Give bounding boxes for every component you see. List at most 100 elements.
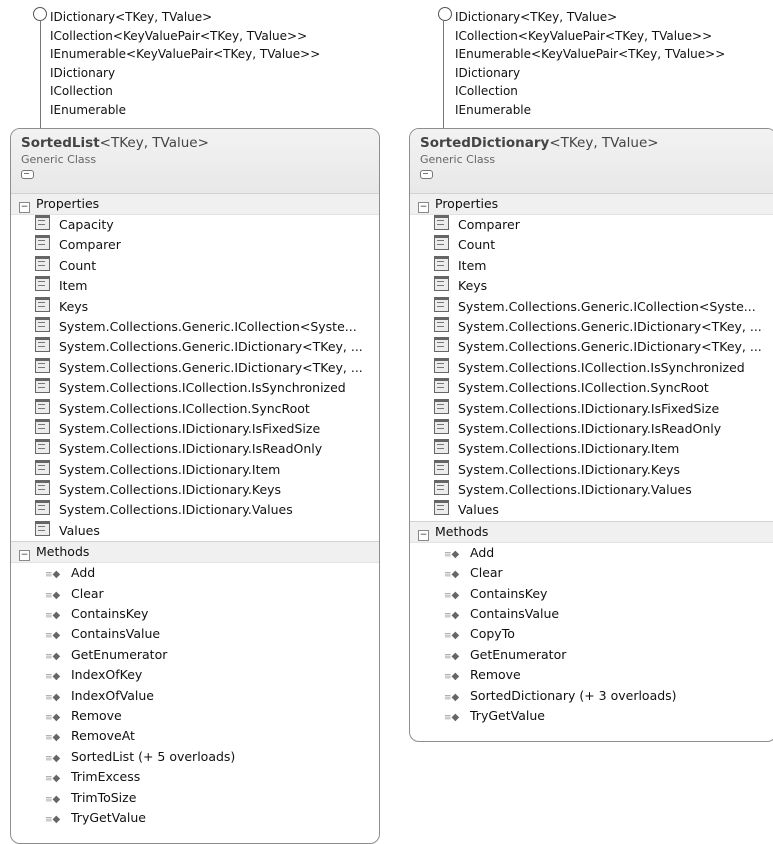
method-name: ContainsKey <box>71 606 149 622</box>
property-row[interactable]: System.Collections.IDictionary.Keys <box>11 480 379 500</box>
methods-list: ≡◆ Add ≡◆ Clear ≡◆ ContainsKey ≡◆ ContainsVa… <box>11 563 379 828</box>
property-row[interactable]: Item <box>410 255 773 276</box>
property-row[interactable]: System.Collections.IDictionary.IsReadOnl… <box>410 418 773 439</box>
property-row[interactable]: Keys <box>410 276 773 296</box>
method-row[interactable]: ≡◆ ContainsKey <box>11 604 379 624</box>
method-row[interactable]: ≡◆ TryGetValue <box>410 706 773 726</box>
property-row[interactable]: Values <box>11 520 379 541</box>
method-name: TryGetValue <box>470 707 545 723</box>
methods-section-header[interactable]: − Methods <box>11 541 379 564</box>
property-row[interactable]: System.Collections.IDictionary.Item <box>11 459 379 480</box>
method-row[interactable]: ≡◆ GetEnumerator <box>11 645 379 665</box>
property-name: Comparer <box>458 217 520 232</box>
method-row[interactable]: ≡◆ CopyTo <box>410 624 773 644</box>
property-row[interactable]: System.Collections.IDictionary.Values <box>11 500 379 520</box>
method-row[interactable]: ≡◆ IndexOfKey <box>11 665 379 685</box>
method-name: Clear <box>470 565 503 581</box>
method-row[interactable]: ≡◆ SortedDictionary (+ 3 overloads) <box>410 686 773 706</box>
method-row[interactable]: ≡◆ ContainsValue <box>11 624 379 644</box>
interface-item: ICollection<KeyValuePair<TKey, TValue>> <box>50 28 308 43</box>
property-row[interactable]: Values <box>410 500 773 520</box>
minus-expander-icon[interactable]: − <box>418 529 429 541</box>
property-row[interactable]: System.Collections.Generic.IDictionary<T… <box>410 316 773 337</box>
property-icon <box>434 439 449 455</box>
property-row[interactable]: Comparer <box>410 215 773 235</box>
interface-item: IEnumerable<KeyValuePair<TKey, TValue>> <box>50 47 321 61</box>
method-row[interactable]: ≡◆ TrimToSize <box>11 788 379 808</box>
property-row[interactable]: Count <box>410 235 773 255</box>
sortedlist-class-box[interactable]: SortedList<TKey, TValue> Generic Class −… <box>10 128 380 844</box>
property-icon <box>35 255 50 271</box>
property-row[interactable]: System.Collections.Generic.IDictionary<T… <box>11 357 379 378</box>
method-row[interactable]: ≡◆ Remove <box>11 706 379 726</box>
property-row[interactable]: System.Collections.Generic.ICollection<S… <box>410 296 773 317</box>
property-name: System.Collections.IDictionary.Keys <box>458 461 681 477</box>
property-name: System.Collections.Generic.ICollection<S… <box>458 298 756 314</box>
property-row[interactable]: System.Collections.ICollection.IsSynchro… <box>11 378 379 398</box>
property-row[interactable]: System.Collections.ICollection.SyncRoot <box>410 378 773 398</box>
property-icon <box>35 480 50 496</box>
property-row[interactable]: System.Collections.IDictionary.IsReadOnl… <box>11 439 379 459</box>
property-name: Count <box>59 257 97 273</box>
method-row[interactable]: ≡◆ RemoveAt <box>11 726 379 746</box>
property-icon <box>35 378 50 394</box>
property-name: System.Collections.IDictionary.IsReadOnl… <box>59 441 323 457</box>
property-row[interactable]: System.Collections.Generic.IDictionary<T… <box>410 337 773 357</box>
method-row[interactable]: ≡◆ Add <box>410 543 773 563</box>
properties-list: Capacity Comparer Count Item Keys System… <box>11 215 379 541</box>
property-row[interactable]: Capacity <box>11 215 379 235</box>
collapse-chevron-icon[interactable] <box>21 170 34 179</box>
property-row[interactable]: System.Collections.IDictionary.Item <box>410 439 773 459</box>
properties-section-header[interactable]: − Properties <box>410 193 773 215</box>
generic-args: <TKey, TValue> <box>99 135 209 151</box>
property-row[interactable]: System.Collections.Generic.ICollection<S… <box>11 316 379 337</box>
minus-expander-icon[interactable]: − <box>19 550 30 562</box>
method-name: SortedList (+ 5 overloads) <box>71 748 236 764</box>
method-row[interactable]: ≡◆ Remove <box>410 665 773 685</box>
property-name: System.Collections.Generic.IDictionary<T… <box>59 339 363 355</box>
property-name: System.Collections.IDictionary.Keys <box>59 482 282 498</box>
property-icon <box>35 520 50 536</box>
method-icon: ≡◆ <box>45 773 61 785</box>
property-row[interactable]: System.Collections.Generic.IDictionary<T… <box>11 337 379 357</box>
property-name: System.Collections.ICollection.IsSynchro… <box>59 380 346 396</box>
property-name: Keys <box>59 298 89 314</box>
minus-expander-icon[interactable]: − <box>418 202 429 213</box>
property-row[interactable]: System.Collections.IDictionary.IsFixedSi… <box>11 418 379 439</box>
method-row[interactable]: ≡◆ TrimExcess <box>11 767 379 787</box>
method-row[interactable]: ≡◆ TryGetValue <box>11 808 379 828</box>
property-row[interactable]: Comparer <box>11 235 379 255</box>
method-name: CopyTo <box>470 626 515 642</box>
method-row[interactable]: ≡◆ IndexOfValue <box>11 686 379 706</box>
method-row[interactable]: ≡◆ GetEnumerator <box>410 645 773 665</box>
property-name: Values <box>458 502 499 518</box>
property-name: Comparer <box>59 237 121 253</box>
property-name: System.Collections.ICollection.SyncRoot <box>59 400 310 416</box>
collapse-chevron-icon[interactable] <box>420 170 433 179</box>
method-icon: ≡◆ <box>444 711 460 723</box>
interface-item: IDictionary<TKey, TValue> <box>50 10 213 24</box>
sorteddictionary-class-box[interactable]: SortedDictionary<TKey, TValue> Generic C… <box>409 128 773 742</box>
method-row[interactable]: ≡◆ SortedList (+ 5 overloads) <box>11 747 379 767</box>
property-row[interactable]: System.Collections.IDictionary.Values <box>410 480 773 500</box>
method-row[interactable]: ≡◆ Clear <box>11 584 379 604</box>
property-row[interactable]: Count <box>11 255 379 276</box>
property-row[interactable]: Item <box>11 276 379 296</box>
property-row[interactable]: System.Collections.ICollection.IsSynchro… <box>410 357 773 378</box>
method-row[interactable]: ≡◆ Clear <box>410 563 773 583</box>
method-name: Add <box>71 565 96 581</box>
method-row[interactable]: ≡◆ Add <box>11 563 379 583</box>
method-name: Remove <box>470 667 521 683</box>
property-icon <box>434 500 449 516</box>
properties-section-header[interactable]: − Properties <box>11 193 379 215</box>
method-row[interactable]: ≡◆ ContainsValue <box>410 604 773 624</box>
property-row[interactable]: System.Collections.IDictionary.Keys <box>410 459 773 480</box>
minus-expander-icon[interactable]: − <box>19 202 30 213</box>
methods-section-header[interactable]: − Methods <box>410 520 773 543</box>
property-name: System.Collections.ICollection.IsSynchro… <box>458 359 745 375</box>
property-icon <box>434 316 449 332</box>
property-row[interactable]: Keys <box>11 296 379 317</box>
property-row[interactable]: System.Collections.IDictionary.IsFixedSi… <box>410 398 773 419</box>
method-row[interactable]: ≡◆ ContainsKey <box>410 584 773 604</box>
property-row[interactable]: System.Collections.ICollection.SyncRoot <box>11 398 379 419</box>
